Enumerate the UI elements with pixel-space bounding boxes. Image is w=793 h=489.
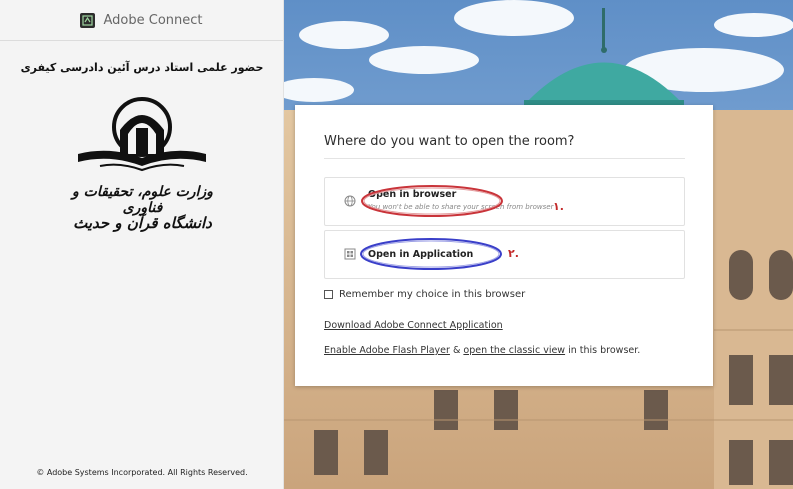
globe-icon: [344, 195, 356, 207]
red-highlight-ellipse: [361, 185, 503, 217]
open-in-browser-option[interactable]: Open in browser You won't be able to sha…: [324, 177, 685, 226]
dialog-divider: [324, 158, 685, 159]
classic-view-link[interactable]: open the classic view: [463, 345, 565, 356]
left-panel: Adobe Connect حضور علمی استاد درس آئین د…: [0, 0, 284, 489]
adobe-connect-logo-icon: [80, 12, 96, 28]
flash-line-suffix: in this browser.: [565, 345, 641, 356]
open-in-browser-label: Open in browser: [368, 189, 457, 200]
open-in-application-option[interactable]: Open in Application ۲.: [324, 230, 685, 279]
dialog-title: Where do you want to open the room?: [324, 134, 575, 149]
university-logo-text-university: دانشگاه قرآن و حدیث: [73, 214, 212, 232]
university-logo: وزارت علوم، تحقیقات و فناوری دانشگاه قرآ…: [70, 92, 215, 247]
app-grid-icon: [344, 248, 356, 260]
open-in-application-label: Open in Application: [368, 249, 474, 260]
remember-checkbox[interactable]: [324, 290, 333, 299]
copyright: © Adobe Systems Incorporated. All Rights…: [36, 468, 248, 477]
remember-choice[interactable]: Remember my choice in this browser: [324, 289, 525, 300]
university-logo-text-ministry: وزارت علوم، تحقیقات و فناوری: [72, 184, 213, 216]
open-room-dialog: Where do you want to open the room? Open…: [295, 105, 713, 386]
download-app-link[interactable]: Download Adobe Connect Application: [324, 320, 503, 331]
enable-flash-link[interactable]: Enable Adobe Flash Player: [324, 345, 450, 356]
annotation-number-1: ۱.: [553, 200, 564, 213]
download-line: Download Adobe Connect Application: [324, 320, 503, 331]
meeting-title: حضور علمی استاد درس آئین دادرسی کیفری: [20, 61, 264, 74]
open-in-browser-sublabel: You won't be able to share your screen f…: [368, 203, 554, 211]
flash-line: Enable Adobe Flash Player & open the cla…: [324, 345, 640, 356]
brand-name: Adobe Connect: [103, 12, 203, 28]
annotation-number-2: ۲.: [508, 247, 519, 260]
flash-line-separator: &: [449, 345, 464, 356]
remember-label: Remember my choice in this browser: [339, 289, 526, 300]
brand-bar: Adobe Connect: [0, 0, 283, 41]
